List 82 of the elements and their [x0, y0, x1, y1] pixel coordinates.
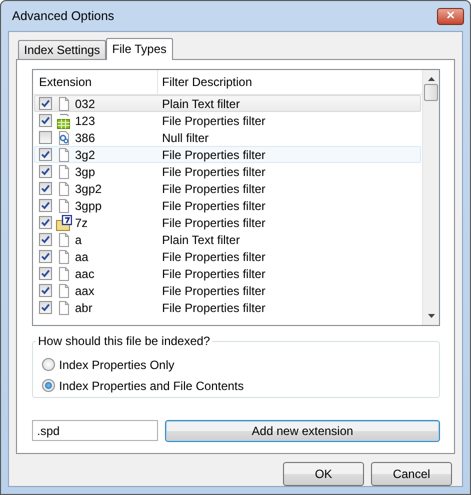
file-icon — [56, 96, 72, 112]
list-row[interactable]: 3g2 File Properties filter — [34, 146, 421, 163]
extension-cell-text: aax — [74, 282, 96, 300]
file-icon — [56, 180, 72, 196]
filter-cell-text: File Properties filter — [161, 198, 266, 214]
filter-cell-text: File Properties filter — [161, 180, 266, 198]
list-row[interactable]: aax File Properties filter — [34, 282, 421, 299]
filter-cell-text: File Properties filter — [161, 112, 266, 130]
checkbox[interactable] — [39, 131, 52, 144]
column-header[interactable]: Extension — [39, 73, 92, 91]
tab[interactable]: File Types — [106, 38, 173, 60]
filter-cell-text: Plain Text filter — [161, 232, 240, 248]
list-row[interactable]: a Plain Text filter — [34, 231, 421, 248]
scrollbar[interactable] — [422, 70, 439, 325]
file-icon — [56, 164, 72, 180]
extension-cell-text: 7z — [74, 214, 89, 232]
file-icon — [56, 282, 72, 298]
checkbox[interactable] — [39, 148, 52, 161]
list-row[interactable]: 386 Null filter — [34, 129, 421, 146]
list-row[interactable]: 7z File Properties filter — [34, 214, 421, 231]
extension-cell-text: 3g2 — [74, 146, 96, 164]
checkbox[interactable] — [39, 182, 52, 195]
extension-cell-text: 123 — [74, 112, 96, 130]
list-row[interactable]: 032 Plain Text filter — [34, 95, 421, 112]
filter-cell-text: File Properties filter — [161, 266, 266, 282]
filter-cell-text: Null filter — [161, 130, 209, 146]
extension-cell-text: 3gp2 — [74, 180, 103, 198]
list-row[interactable]: aac File Properties filter — [34, 265, 421, 282]
checkbox[interactable] — [39, 267, 52, 280]
scroll-up-icon[interactable] — [426, 76, 436, 82]
scroll-down-icon[interactable] — [426, 313, 436, 319]
extension-cell-text: aac — [74, 266, 96, 282]
checkbox[interactable] — [39, 199, 52, 212]
group-label: How should this file be indexed? — [36, 334, 212, 348]
filter-cell-text: File Properties filter — [161, 248, 266, 266]
extension-cell-text: 386 — [74, 130, 96, 146]
extension-cell-text: a — [74, 232, 83, 248]
checkbox[interactable] — [39, 97, 52, 110]
radio-label[interactable]: Index Properties and File Contents — [59, 376, 244, 394]
radio-label[interactable]: Index Properties Only — [59, 356, 174, 374]
checkbox[interactable] — [39, 250, 52, 263]
filter-cell-text: File Properties filter — [161, 146, 266, 164]
extension-field[interactable]: .spd — [32, 420, 158, 441]
tab[interactable]: Index Settings — [18, 40, 106, 59]
add-extension-button[interactable]: Add new extension — [165, 420, 440, 442]
checkbox[interactable] — [39, 165, 52, 178]
filter-cell-text: File Properties filter — [161, 214, 266, 232]
extension-cell-text: abr — [74, 300, 94, 316]
checkbox[interactable] — [39, 284, 52, 297]
checkbox[interactable] — [39, 301, 52, 314]
filter-cell-text: Plain Text filter — [161, 96, 240, 112]
file-icon — [56, 266, 72, 282]
list-row[interactable]: 3gp2 File Properties filter — [34, 180, 421, 197]
filter-cell-text: File Properties filter — [161, 300, 266, 316]
radio-button[interactable] — [42, 358, 55, 371]
checkbox[interactable] — [39, 114, 52, 127]
column-header[interactable]: Filter Description — [162, 75, 252, 89]
extension-cell-text: 3gpp — [74, 198, 103, 214]
checkbox[interactable] — [39, 216, 52, 229]
window-title: Advanced Options — [12, 8, 116, 25]
extension-cell-text: 3gp — [74, 164, 96, 180]
archive-icon — [56, 214, 72, 230]
gear-file-icon — [56, 130, 72, 146]
radio-button[interactable] — [42, 379, 55, 392]
filter-cell-text: File Properties filter — [161, 164, 266, 180]
scroll-thumb[interactable] — [424, 84, 438, 101]
list-row[interactable]: 3gpp File Properties filter — [34, 197, 421, 214]
cancel-button[interactable]: Cancel — [371, 462, 452, 486]
ok-button[interactable]: OK — [283, 462, 364, 486]
list-row[interactable]: abr File Properties filter — [34, 299, 421, 316]
list-row[interactable]: 3gp File Properties filter — [34, 163, 421, 180]
filter-cell-text: File Properties filter — [161, 282, 266, 300]
extension-cell-text: aa — [74, 248, 90, 266]
file-icon — [56, 146, 72, 162]
file-icon — [56, 248, 72, 264]
spreadsheet-icon — [56, 112, 72, 128]
list-row[interactable]: 123 File Properties filter — [34, 112, 421, 129]
file-icon — [56, 232, 72, 248]
checkbox[interactable] — [39, 233, 52, 246]
extension-cell-text: 032 — [74, 96, 96, 112]
list-row[interactable]: aa File Properties filter — [34, 248, 421, 265]
file-icon — [56, 300, 72, 316]
